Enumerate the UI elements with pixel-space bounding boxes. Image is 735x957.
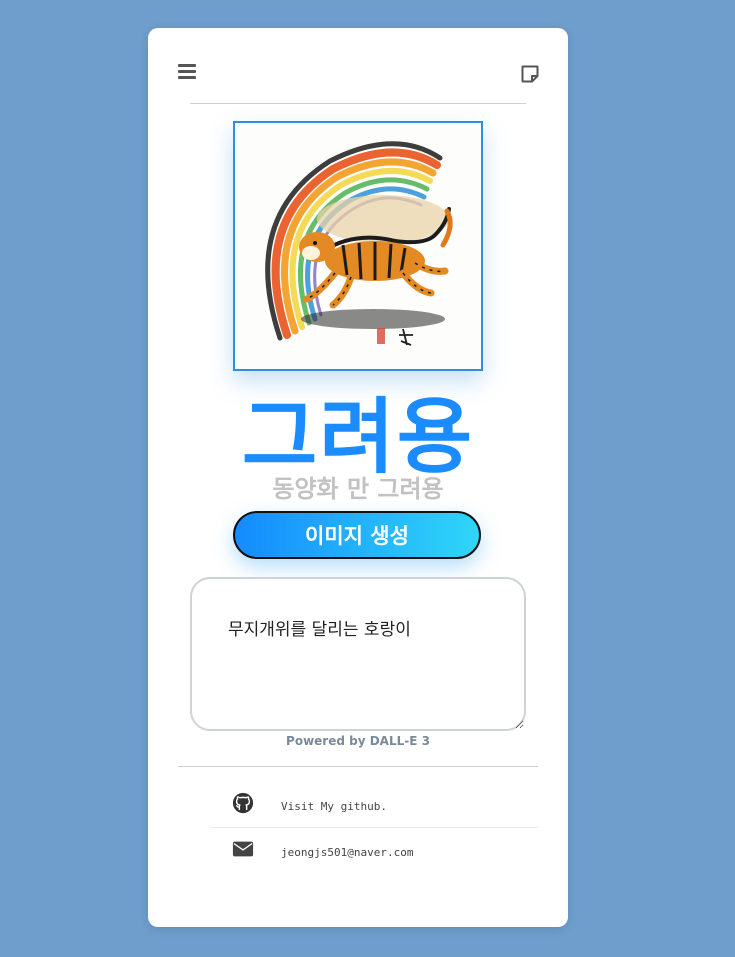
sticky-note-icon[interactable] [520, 64, 540, 84]
generate-image-button[interactable]: 이미지 생성 [233, 511, 481, 559]
top-divider [190, 103, 526, 104]
brand-subtitle: 동양화 만 그려용 [272, 475, 444, 503]
github-link-text[interactable]: Visit My github. [281, 800, 387, 813]
brand-title: 그려용 [241, 390, 475, 485]
email-link-text[interactable]: jeongjs501@naver.com [281, 846, 413, 859]
prompt-input[interactable]: 무지개위를 달리는 호랑이 [190, 577, 526, 731]
generated-image [233, 121, 483, 371]
github-icon [232, 792, 254, 814]
contact-separator [210, 827, 538, 828]
github-link-row[interactable]: Visit My github. [210, 786, 538, 826]
hamburger-menu-icon[interactable] [178, 64, 196, 80]
app-card: 그려용 동양화 만 그려용 이미지 생성 무지개위를 달리는 호랑이 Power… [148, 28, 568, 927]
footer-divider [178, 766, 538, 767]
powered-by-label: Powered by DALL-E 3 [286, 734, 430, 748]
email-link-row[interactable]: jeongjs501@naver.com [210, 832, 538, 872]
top-bar [148, 28, 568, 104]
envelope-icon [232, 838, 254, 860]
tiger-rainbow-painting [265, 141, 453, 346]
